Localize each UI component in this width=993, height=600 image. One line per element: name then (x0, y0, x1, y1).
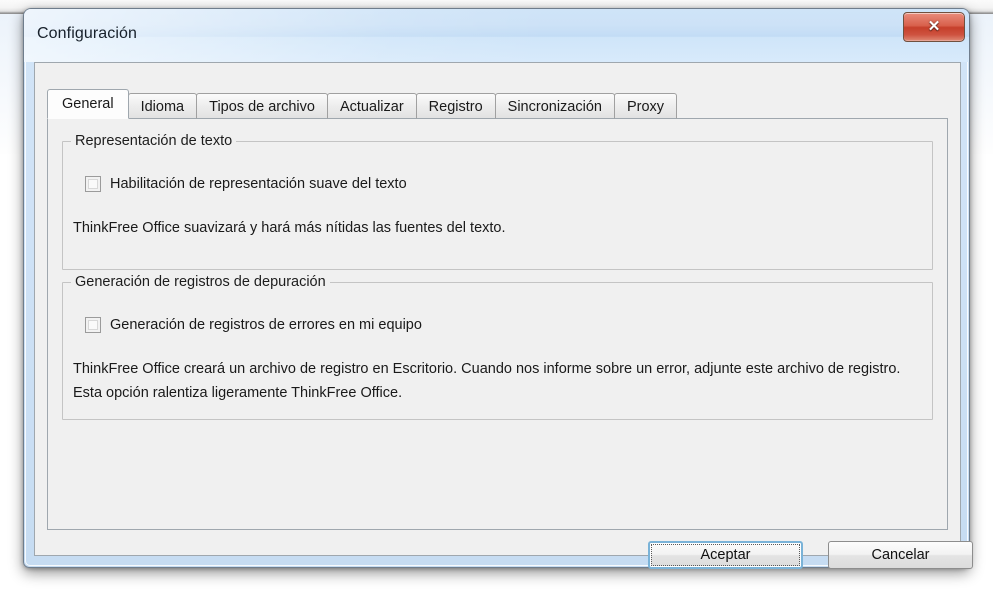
group-text-rendering: Representación de texto Habilitación de … (62, 133, 933, 270)
dialog-client-area: General Idioma Tipos de archivo Actualiz… (34, 62, 973, 569)
tab-content-panel-general: Representación de texto Habilitación de … (47, 118, 948, 530)
tab-sincronizacion[interactable]: Sincronización (494, 93, 615, 119)
checkbox-row-smooth-text[interactable]: Habilitación de representación suave del… (85, 176, 407, 192)
group-debug-logging: Generación de registros de depuración Ge… (62, 274, 933, 420)
close-icon: ✕ (927, 18, 941, 35)
dialog-button-bar: Aceptar Cancelar (35, 541, 973, 587)
accept-button[interactable]: Aceptar (648, 541, 803, 569)
description-text-rendering: ThinkFree Office suavizará y hará más ní… (73, 220, 506, 236)
checkbox-error-logs[interactable] (85, 317, 101, 333)
tab-actualizar[interactable]: Actualizar (326, 93, 417, 119)
tab-proxy[interactable]: Proxy (613, 93, 678, 119)
cancel-button[interactable]: Cancelar (828, 541, 973, 569)
checkbox-row-error-logs[interactable]: Generación de registros de errores en mi… (85, 317, 422, 333)
accept-button-label: Aceptar (700, 547, 751, 563)
description-debug-logging: ThinkFree Office creará un archivo de re… (73, 361, 901, 401)
tab-general[interactable]: General (47, 89, 129, 119)
settings-dialog-window: Configuración ✕ General Idioma Tipos de … (23, 8, 973, 569)
close-button[interactable]: ✕ (903, 12, 965, 42)
tab-idioma[interactable]: Idioma (127, 93, 198, 119)
group-debug-logging-title: Generación de registros de depuración (71, 274, 330, 290)
checkbox-smooth-text[interactable] (85, 176, 101, 192)
tab-tipos-de-archivo[interactable]: Tipos de archivo (196, 93, 328, 119)
tab-registro[interactable]: Registro (415, 93, 496, 119)
group-text-rendering-title: Representación de texto (71, 133, 237, 149)
window-title: Configuración (37, 25, 138, 42)
tab-bar: General Idioma Tipos de archivo Actualiz… (47, 89, 678, 119)
checkbox-smooth-text-label: Habilitación de representación suave del… (110, 176, 407, 192)
cancel-button-label: Cancelar (871, 547, 930, 563)
title-bar[interactable]: Configuración ✕ (24, 9, 969, 62)
checkbox-error-logs-label: Generación de registros de errores en mi… (110, 317, 422, 333)
